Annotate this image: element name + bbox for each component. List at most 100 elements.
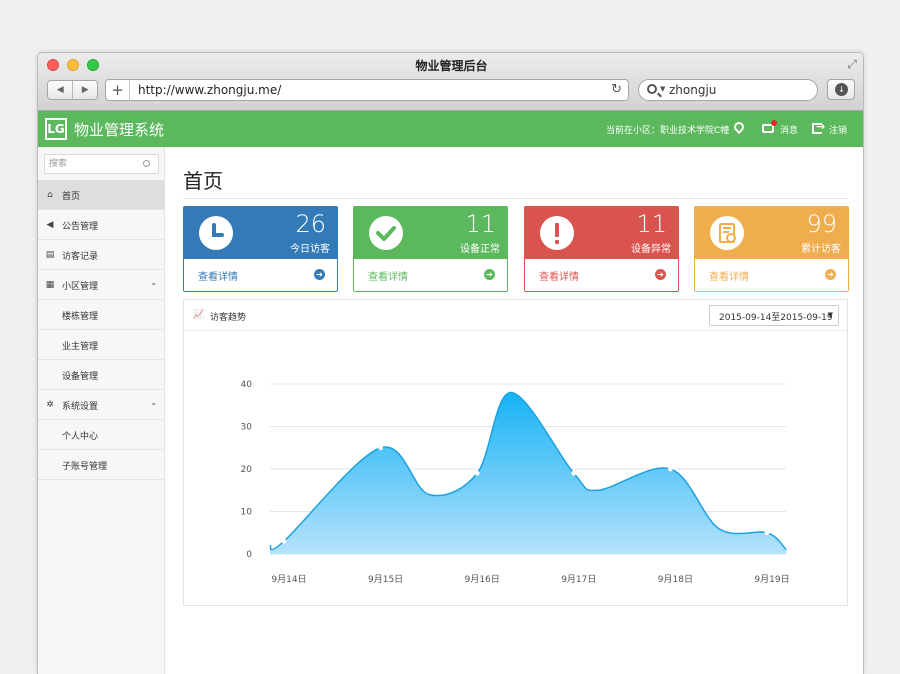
arrow-right-icon[interactable]: ➔ — [484, 269, 495, 280]
sidebar-item-label: 子账号管理 — [62, 462, 108, 472]
card-label: 累计访客 — [801, 244, 841, 255]
gear-icon: ✲ — [46, 400, 54, 410]
y-tick-label: 10 — [241, 508, 253, 518]
card-top: 99 累计访客 — [694, 206, 849, 259]
app-header: LG 物业管理系统 当前在小区：职业技术学院C幢 消息 注销 — [38, 111, 863, 147]
sidebar-item-buildings[interactable]: 楼栋管理 — [38, 300, 165, 330]
browser-chrome: 物业管理后台 ⤢ ◀ ▶ + http://www.zhongju.me/ ↻ … — [38, 53, 863, 111]
visitor-trend-panel: 📈 访客趋势 2015-09-14至2015-09-19 ▼ 0 10 20 30 40… — [183, 299, 848, 606]
download-icon: ↓ — [835, 83, 848, 96]
card-details-link[interactable]: 查看详情 ➔ — [524, 259, 679, 292]
sidebar-item-label: 小区管理 — [62, 282, 99, 292]
details-link-text[interactable]: 查看详情 — [198, 268, 238, 283]
url-bar[interactable]: + http://www.zhongju.me/ ↻ — [105, 79, 629, 101]
x-tick-label: 9月18日 — [658, 574, 693, 585]
arrow-right-icon[interactable]: ➔ — [655, 269, 666, 280]
card-details-link[interactable]: 查看详情 ➔ — [353, 259, 508, 292]
card-details-link[interactable]: 查看详情 ➔ — [183, 259, 338, 292]
x-tick-label: 9月17日 — [561, 574, 596, 585]
sidebar-item-visitors[interactable]: ▤ 访客记录 — [38, 240, 165, 270]
sidebar-item-profile[interactable]: 个人中心 — [38, 420, 165, 450]
sidebar-item-devices[interactable]: 设备管理 — [38, 360, 165, 390]
fullscreen-icon[interactable]: ⤢ — [845, 57, 859, 71]
sidebar-item-label: 楼栋管理 — [62, 312, 99, 322]
sidebar-item-label: 个人中心 — [62, 432, 99, 442]
stat-card-visitors-total: 99 累计访客 查看详情 ➔ — [694, 206, 849, 292]
sidebar-item-label: 系统设置 — [62, 402, 99, 412]
card-top: 11 设备异常 — [524, 206, 679, 259]
sidebar-search[interactable] — [44, 154, 159, 174]
data-point[interactable] — [474, 470, 480, 476]
sidebar-item-home[interactable]: ⌂ 首页 — [38, 180, 165, 210]
x-tick-label: 9月15日 — [368, 574, 403, 585]
x-tick-label: 9月19日 — [754, 574, 789, 585]
panel-header: 📈 访客趋势 2015-09-14至2015-09-19 ▼ — [184, 300, 847, 331]
y-tick-label: 40 — [241, 380, 253, 390]
details-link-text[interactable]: 查看详情 — [709, 268, 749, 283]
sidebar-item-settings[interactable]: ✲ 系统设置 ⌄ — [38, 390, 165, 420]
megaphone-icon: ◀ — [46, 220, 54, 230]
home-icon: ⌂ — [47, 190, 53, 200]
y-tick-label: 30 — [241, 423, 253, 433]
data-point[interactable] — [571, 470, 577, 476]
url-text[interactable]: http://www.zhongju.me/ — [138, 83, 281, 97]
notification-dot — [771, 120, 777, 126]
window-title: 物业管理后台 — [415, 59, 488, 73]
current-community: 当前在小区：职业技术学院C幢 — [606, 126, 730, 136]
sidebar-item-label: 公告管理 — [62, 222, 99, 232]
card-top: 26 今日访客 — [183, 206, 338, 259]
logo: LG — [45, 118, 67, 140]
page-title: 首页 — [183, 169, 223, 193]
arrow-right-icon[interactable]: ➔ — [314, 269, 325, 280]
search-icon[interactable] — [143, 160, 150, 167]
browser-search-text[interactable]: zhongju — [669, 83, 716, 97]
logout-icon[interactable] — [812, 120, 825, 134]
sidebar-search-input[interactable] — [49, 157, 139, 171]
card-label: 今日访客 — [290, 244, 330, 255]
chevron-down-icon: ⌄ — [150, 278, 157, 287]
arrow-right-icon[interactable]: ➔ — [825, 269, 836, 280]
reload-icon[interactable]: ↻ — [611, 82, 622, 97]
caret-down-icon: ▼ — [660, 85, 666, 93]
y-tick-label: 0 — [246, 550, 252, 560]
details-link-text[interactable]: 查看详情 — [368, 268, 408, 283]
card-details-link[interactable]: 查看详情 ➔ — [694, 259, 849, 292]
divider — [183, 198, 848, 199]
card-label: 设备正常 — [460, 244, 500, 255]
data-point[interactable] — [281, 538, 287, 544]
logout-link[interactable]: 注销 — [829, 123, 847, 136]
stat-card-devices-abnormal: 11 设备异常 查看详情 ➔ — [524, 206, 679, 292]
card-value: 11 — [636, 210, 667, 238]
browser-search-field[interactable]: ▼ zhongju — [638, 79, 818, 101]
sidebar-item-owners[interactable]: 业主管理 — [38, 330, 165, 360]
date-range-select[interactable]: 2015-09-14至2015-09-19 ▼ — [709, 305, 839, 326]
card-top: 11 设备正常 — [353, 206, 508, 259]
alert-icon — [540, 216, 574, 250]
plus-icon[interactable]: + — [106, 80, 130, 100]
stat-card-devices-normal: 11 设备正常 查看详情 ➔ — [353, 206, 508, 292]
sidebar-item-announcements[interactable]: ◀ 公告管理 — [38, 210, 165, 240]
app-title: 物业管理系统 — [74, 121, 165, 139]
card-value: 11 — [465, 210, 496, 238]
report-icon — [710, 216, 744, 250]
sidebar-item-subaccounts[interactable]: 子账号管理 — [38, 450, 165, 480]
forward-icon[interactable]: ▶ — [72, 81, 97, 99]
x-tick-label: 9月14日 — [271, 574, 306, 585]
stat-card-visitors-today: 26 今日访客 查看详情 ➔ — [183, 206, 338, 292]
back-icon[interactable]: ◀ — [48, 81, 72, 99]
check-icon — [369, 216, 403, 250]
date-range-value[interactable]: 2015-09-14至2015-09-19 — [719, 310, 833, 323]
sidebar-item-community[interactable]: ▦ 小区管理 ⌄ — [38, 270, 165, 300]
chevron-down-icon: ⌄ — [150, 398, 157, 407]
data-point[interactable] — [764, 530, 770, 536]
data-point[interactable] — [378, 445, 384, 451]
clock-icon — [199, 216, 233, 250]
data-point[interactable] — [667, 466, 673, 472]
messages-link[interactable]: 消息 — [780, 123, 798, 136]
details-link-text[interactable]: 查看详情 — [539, 268, 579, 283]
location-pin-icon[interactable] — [731, 119, 747, 135]
download-button[interactable]: ↓ — [827, 79, 855, 100]
visitor-trend-chart: 0 10 20 30 40 9月14日 9月15日 9月16日 9月17日 9月18日 9月19日 — [241, 380, 790, 585]
sidebar-item-label: 访客记录 — [62, 252, 99, 262]
browser-window: 物业管理后台 ⤢ ◀ ▶ + http://www.zhongju.me/ ↻ … — [37, 52, 864, 674]
